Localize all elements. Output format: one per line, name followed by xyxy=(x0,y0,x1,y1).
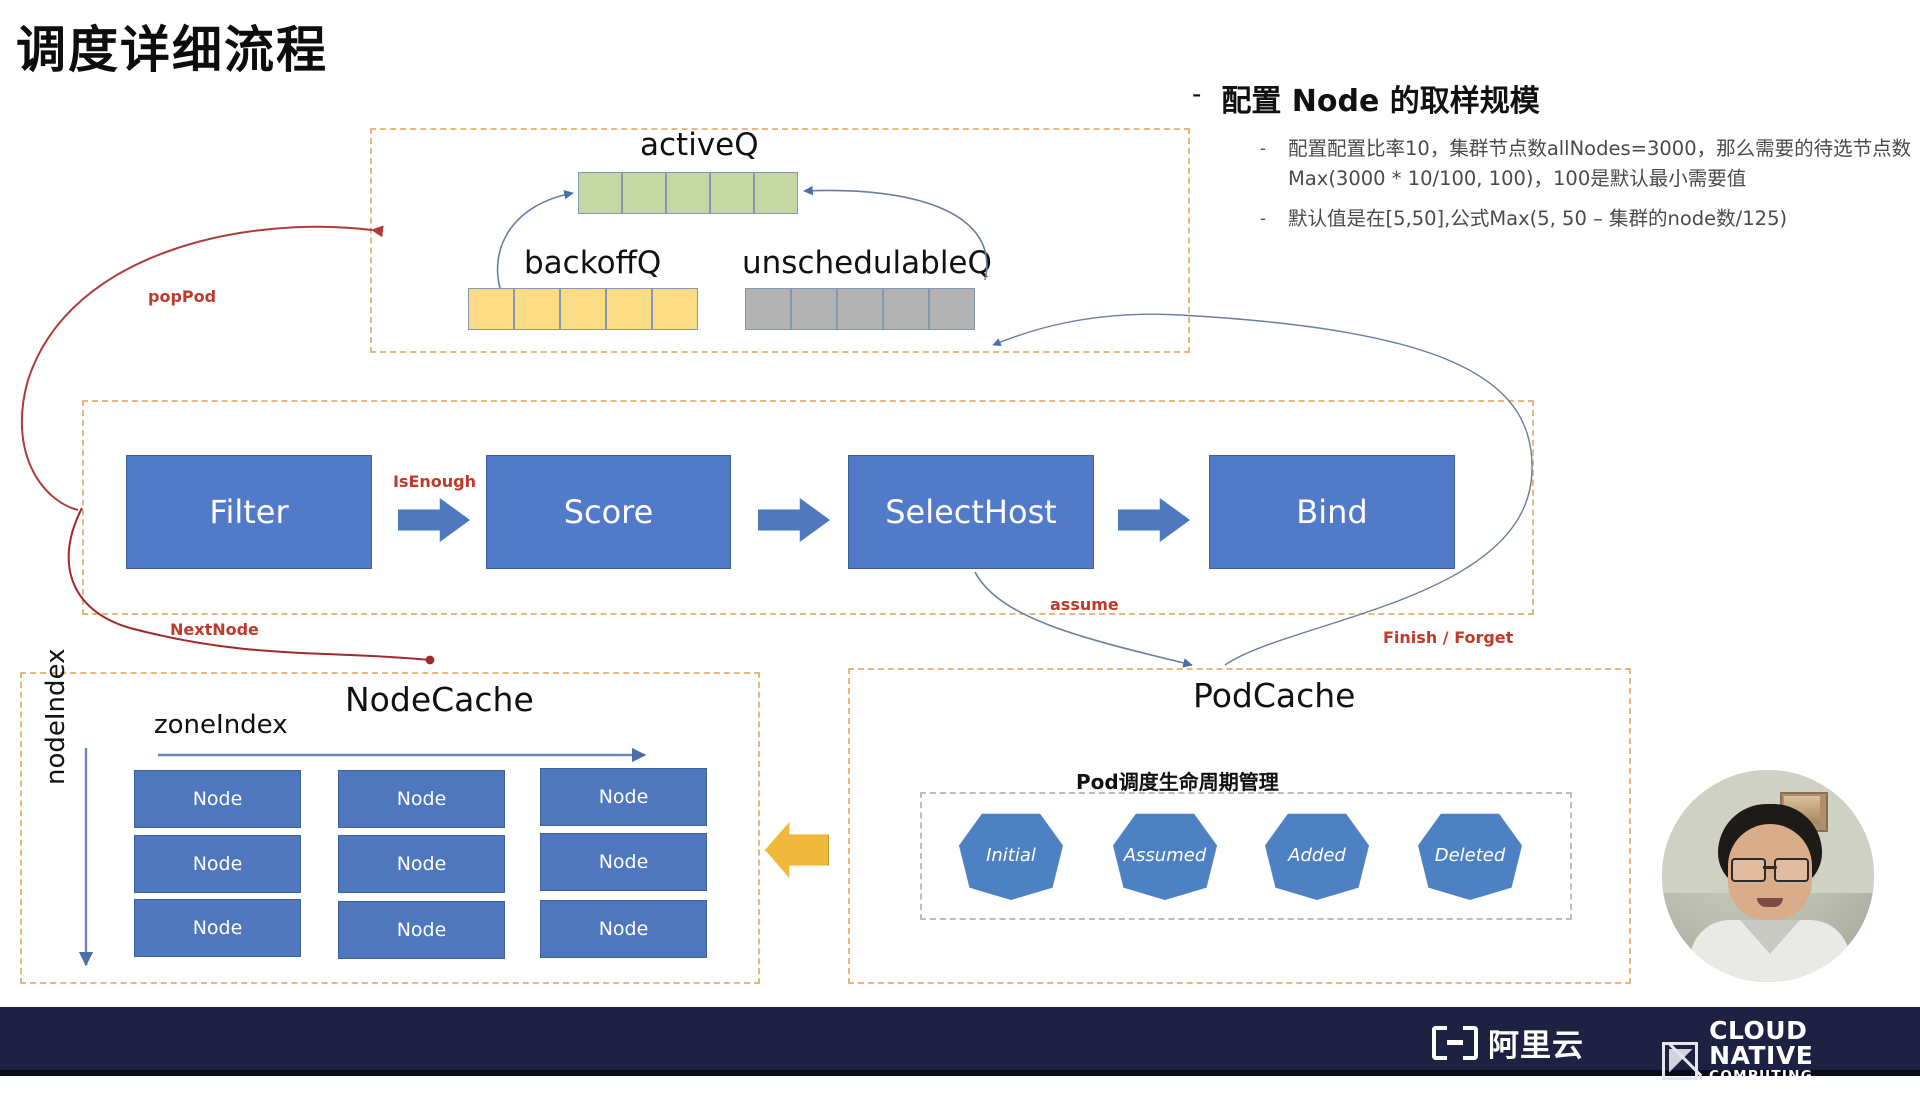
queue-cell xyxy=(514,288,560,330)
lifecycle-state-added[interactable]: Added xyxy=(1265,813,1369,900)
lifecycle-state-label: Initial xyxy=(986,845,1036,867)
node-cell-label: Node xyxy=(192,917,243,939)
node-cell[interactable]: Node xyxy=(338,901,505,959)
stage-filter-label: Filter xyxy=(209,493,289,531)
glasses-lens-left xyxy=(1731,858,1766,882)
queue-cell xyxy=(754,172,798,214)
presenter-webcam xyxy=(1662,770,1874,982)
node-cell-label: Node xyxy=(598,851,649,873)
bullet-text: 默认值是在[5,50],公式Max(5, 50 – 集群的node数/125) xyxy=(1288,207,1788,231)
assume-label: assume xyxy=(1050,595,1119,614)
stage-filter[interactable]: Filter xyxy=(126,455,372,569)
node-cell[interactable]: Node xyxy=(540,900,707,958)
stage-selecthost[interactable]: SelectHost xyxy=(848,455,1094,569)
podcache-lifecycle-title: Pod调度生命周期管理 xyxy=(1076,770,1279,794)
node-cell-label: Node xyxy=(396,853,447,875)
lifecycle-state-label: Added xyxy=(1288,845,1346,867)
stage-score[interactable]: Score xyxy=(486,455,731,569)
alibaba-cloud-logo: 阿里云 xyxy=(1432,1020,1584,1065)
notes-bullet-item: - 默认值是在[5,50],公式Max(5, 50 – 集群的node数/125… xyxy=(1260,204,1912,234)
bullet-dash: - xyxy=(1260,138,1266,158)
cncf-mark-icon xyxy=(1662,1041,1703,1080)
notes-block: - 配置 Node 的取样规模 - 配置配置比率10，集群节点数allNodes… xyxy=(1192,76,1912,245)
queue-cell xyxy=(652,288,698,330)
glasses-icon xyxy=(1730,858,1810,882)
notes-heading: 配置 Node 的取样规模 xyxy=(1221,84,1540,119)
notes-bullets: - 配置配置比率10，集群节点数allNodes=3000，那么需要的待选节点数… xyxy=(1192,134,1912,235)
nodecache-title: NodeCache xyxy=(345,680,534,719)
stage-score-label: Score xyxy=(563,493,654,531)
queue-cell xyxy=(560,288,606,330)
alibaba-cloud-label: 阿里云 xyxy=(1488,1028,1584,1064)
node-cell-label: Node xyxy=(192,788,243,810)
queue-cell xyxy=(837,288,883,330)
lifecycle-state-deleted[interactable]: Deleted xyxy=(1418,813,1522,900)
cncf-logo: CLOUD NATIVE COMPUTING FOUNDATION xyxy=(1662,1018,1920,1103)
backoffq-cells xyxy=(468,288,698,330)
node-cell[interactable]: Node xyxy=(134,770,301,828)
lifecycle-state-label: Deleted xyxy=(1434,845,1506,867)
node-cell[interactable]: Node xyxy=(134,835,301,893)
node-cell[interactable]: Node xyxy=(134,899,301,957)
queue-cell xyxy=(606,288,652,330)
nodeindex-label: nodeIndex xyxy=(41,648,71,785)
node-cell[interactable]: Node xyxy=(338,835,505,893)
queue-cell xyxy=(710,172,754,214)
notes-heading-row: - 配置 Node 的取样规模 xyxy=(1192,76,1912,120)
node-cell-label: Node xyxy=(598,786,649,808)
footer-bar xyxy=(0,1007,1920,1076)
node-cell-label: Node xyxy=(396,919,447,941)
cncf-line1: CLOUD NATIVE xyxy=(1709,1016,1814,1070)
notes-bullet-item: - 配置配置比率10，集群节点数allNodes=3000，那么需要的待选节点数… xyxy=(1260,134,1912,194)
unschedulableq-cells xyxy=(745,288,975,330)
node-cell[interactable]: Node xyxy=(540,833,707,891)
queue-cell xyxy=(929,288,975,330)
glasses-lens-right xyxy=(1774,858,1809,882)
backoffq-label: backoffQ xyxy=(524,245,662,281)
queue-cell xyxy=(666,172,710,214)
queue-cell xyxy=(578,172,622,214)
node-cell[interactable]: Node xyxy=(540,768,707,826)
nextnode-label: NextNode xyxy=(170,620,259,639)
unschedulableq-label: unschedulableQ xyxy=(742,245,992,281)
bullet-dash: - xyxy=(1260,208,1266,229)
node-cell[interactable]: Node xyxy=(338,770,505,828)
cncf-wordmark: CLOUD NATIVE COMPUTING FOUNDATION xyxy=(1709,1018,1920,1103)
slide-canvas: 调度详细流程 - 配置 Node 的取样规模 - 配置配置比率10，集群节点数a… xyxy=(0,0,1920,1102)
notes-heading-dash: - xyxy=(1192,78,1202,109)
stage-selecthost-label: SelectHost xyxy=(885,493,1057,531)
cncf-line2: COMPUTING FOUNDATION xyxy=(1709,1068,1823,1102)
poppod-label: popPod xyxy=(148,287,217,306)
zoneindex-label: zoneIndex xyxy=(154,710,288,740)
page-title: 调度详细流程 xyxy=(16,21,328,79)
stage-bind-label: Bind xyxy=(1296,493,1368,531)
footer-bottom-strip xyxy=(0,1070,1920,1076)
queue-cell xyxy=(622,172,666,214)
bullet-text: 配置配置比率10，集群节点数allNodes=3000，那么需要的待选节点数 M… xyxy=(1288,137,1912,191)
node-cell-label: Node xyxy=(192,853,243,875)
node-cell-label: Node xyxy=(396,788,447,810)
queue-cell xyxy=(468,288,514,330)
lifecycle-state-initial[interactable]: Initial xyxy=(959,813,1063,900)
queue-cell xyxy=(745,288,791,330)
podcache-to-nodecache-arrow xyxy=(765,822,829,878)
lifecycle-state-assumed[interactable]: Assumed xyxy=(1113,813,1217,900)
queue-cell xyxy=(883,288,929,330)
alibaba-cloud-mark-icon xyxy=(1432,1025,1478,1060)
finish-forget-label: Finish / Forget xyxy=(1383,628,1514,647)
stage-bind[interactable]: Bind xyxy=(1209,455,1455,569)
activeq-label: activeQ xyxy=(640,127,759,163)
activeq-cells xyxy=(578,172,798,214)
podcache-title: PodCache xyxy=(1193,676,1356,715)
lifecycle-state-label: Assumed xyxy=(1123,845,1207,867)
queue-cell xyxy=(791,288,837,330)
isenough-label: IsEnough xyxy=(393,472,477,491)
node-cell-label: Node xyxy=(598,918,649,940)
